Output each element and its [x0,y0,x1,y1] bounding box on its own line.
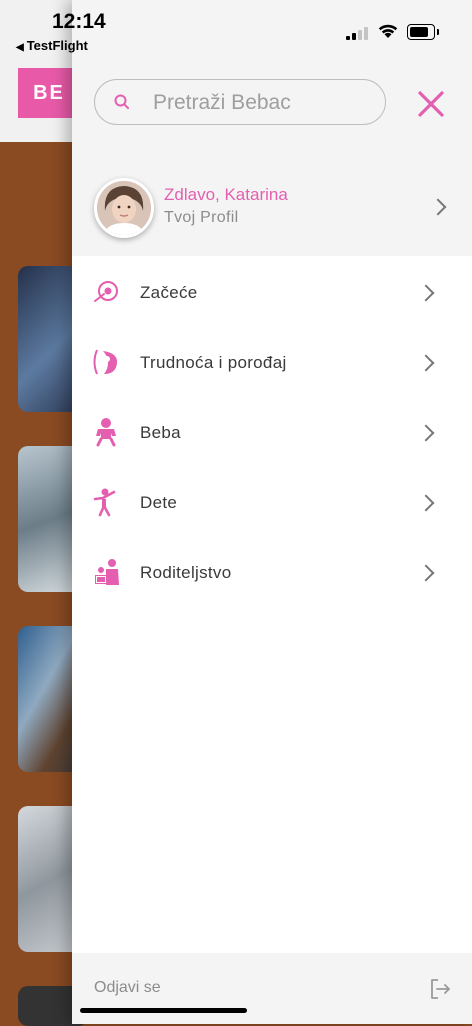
conception-icon [94,281,118,302]
menu-item-label: Trudnoća i porođaj [140,353,287,372]
menu-item-trudnoca[interactable]: Trudnoća i porođaj [72,327,472,397]
profile-greeting: Zdlavo, Katarina [164,185,288,204]
child-icon [93,488,116,517]
back-triangle-icon: ◀ [16,42,24,53]
menu-item-label: Beba [140,423,181,442]
menu-item-roditeljstvo[interactable]: Roditeljstvo [72,537,472,607]
status-time: 12:14 [52,10,106,33]
status-bar: 12:14 ◀ TestFlight [0,0,472,60]
chevron-right-icon [417,564,435,582]
back-app-label: TestFlight [26,38,88,53]
profile-subtitle: Tvoj Profil [164,209,239,226]
cellular-signal-icon [346,26,370,40]
battery-icon [407,24,439,40]
parenting-icon [95,559,119,585]
menu-item-zacece[interactable]: Začeće [72,257,472,327]
avatar-photo [97,181,151,235]
logout-button[interactable]: Odjavi se [94,979,161,997]
home-indicator [80,1008,247,1013]
chevron-right-icon [417,494,435,512]
search-input[interactable] [151,88,375,118]
wifi-icon [378,24,398,38]
profile-row[interactable]: Zdlavo, Katarina Tvoj Profil [72,160,472,256]
close-icon[interactable] [416,89,446,119]
search-box[interactable] [94,79,386,125]
drawer-footer: Odjavi se [72,953,472,1024]
app-logo: BE [18,68,80,118]
back-to-app-link[interactable]: ◀ TestFlight [16,38,88,53]
chevron-right-icon [417,354,435,372]
baby-icon [96,418,116,447]
chevron-right-icon [417,424,435,442]
pregnancy-icon [93,349,118,375]
chevron-right-icon [429,198,447,216]
menu-item-label: Začeće [140,283,198,302]
menu-item-label: Roditeljstvo [140,563,232,582]
menu-list: Začeće Trudnoća i porođaj Beba Dete Rodi… [72,256,472,953]
avatar [94,178,154,238]
chevron-right-icon [417,284,435,302]
side-drawer: Zdlavo, Katarina Tvoj Profil Začeće Trud… [72,0,472,1024]
search-icon [114,94,129,109]
menu-item-dete[interactable]: Dete [72,467,472,537]
menu-item-beba[interactable]: Beba [72,397,472,467]
menu-item-label: Dete [140,493,178,512]
logout-icon[interactable] [428,977,452,1001]
